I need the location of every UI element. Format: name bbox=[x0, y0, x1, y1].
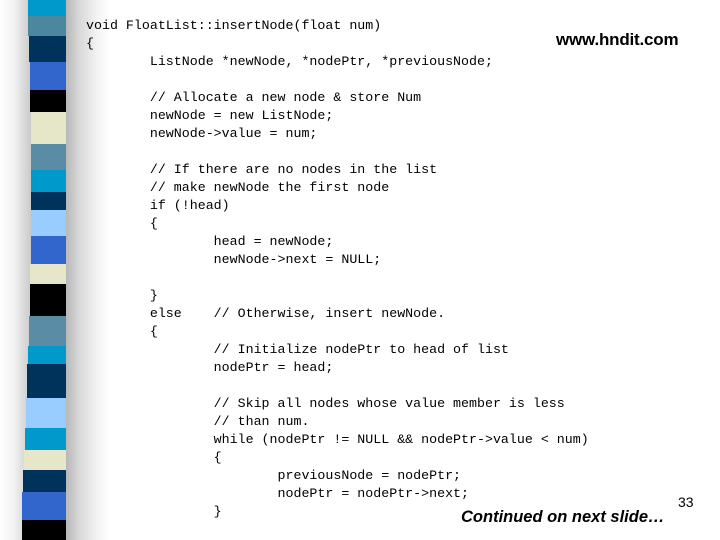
code-line: // Allocate a new node & store Num bbox=[86, 90, 422, 105]
slide-canvas: www.hndit.com void FloatList::insertNode… bbox=[0, 0, 720, 540]
code-line: if (!head) bbox=[86, 198, 230, 213]
stripe-segment bbox=[26, 398, 71, 428]
code-line: ListNode *newNode, *nodePtr, *previousNo… bbox=[86, 54, 493, 69]
code-line: else // Otherwise, insert newNode. bbox=[86, 306, 446, 321]
code-line: nodePtr = nodePtr->next; bbox=[86, 486, 470, 501]
code-line: // Initialize nodePtr to head of list bbox=[86, 342, 509, 357]
stripe-segment bbox=[22, 492, 70, 520]
code-line: nodePtr = head; bbox=[86, 360, 334, 375]
code-line: head = newNode; bbox=[86, 234, 334, 249]
stripe-segment bbox=[28, 16, 71, 36]
code-line: // make newNode the first node bbox=[86, 180, 390, 195]
code-listing: void FloatList::insertNode(float num){ L… bbox=[86, 17, 686, 521]
stripe-segment bbox=[25, 428, 71, 450]
code-line: newNode->next = NULL; bbox=[86, 252, 382, 267]
code-line: // If there are no nodes in the list bbox=[86, 162, 438, 177]
stripe-segment bbox=[28, 0, 70, 16]
code-line: void FloatList::insertNode(float num) bbox=[86, 18, 382, 33]
page-number: 33 bbox=[678, 494, 694, 510]
continued-on-next-slide-note: Continued on next slide… bbox=[461, 508, 665, 526]
code-line: previousNode = nodePtr; bbox=[86, 468, 462, 483]
code-line: newNode->value = num; bbox=[86, 126, 318, 141]
code-line: newNode = new ListNode; bbox=[86, 108, 334, 123]
stripe-segment bbox=[23, 470, 70, 492]
code-line: { bbox=[86, 216, 158, 231]
stripe-segment bbox=[22, 520, 70, 540]
code-line: { bbox=[86, 324, 158, 339]
stripe-segment bbox=[24, 450, 70, 470]
code-line: while (nodePtr != NULL && nodePtr->value… bbox=[86, 432, 589, 447]
code-line: { bbox=[86, 36, 94, 51]
code-line: { bbox=[86, 450, 222, 465]
code-line: // Skip all nodes whose value member is … bbox=[86, 396, 565, 411]
code-line: } bbox=[86, 288, 158, 303]
code-line: // than num. bbox=[86, 414, 310, 429]
